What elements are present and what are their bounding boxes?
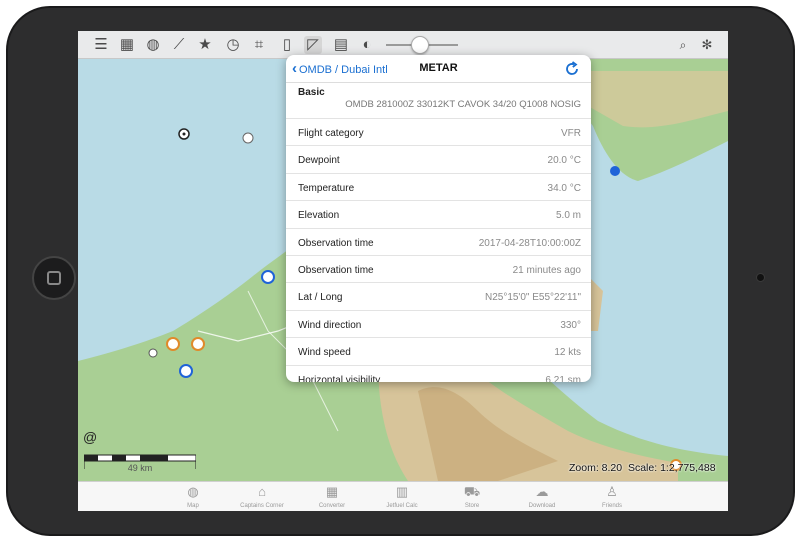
tab-bar: ◍ Map ⌂ Captains Corner ▦ Converter ▥ Jetfue… bbox=[78, 481, 728, 511]
opacity-slider-thumb[interactable] bbox=[411, 36, 429, 54]
refresh-icon[interactable] bbox=[563, 60, 581, 78]
metar-row: Elevation 5.0 m bbox=[286, 201, 591, 229]
metar-row-value: 330° bbox=[560, 319, 581, 331]
metar-row-value: 20.0 °C bbox=[547, 155, 581, 167]
search-icon[interactable]: ⌕ bbox=[674, 36, 692, 54]
scale-bar: 49 km bbox=[84, 454, 196, 473]
metar-row-value: 2017-04-28T10:00:00Z bbox=[478, 237, 581, 249]
basic-row: Basic OMDB 281000Z 33012KT CAVOK 34/20 Q… bbox=[286, 83, 591, 119]
metar-row-value: 6.21 sm bbox=[545, 374, 581, 382]
metar-row: Dewpoint 20.0 °C bbox=[286, 146, 591, 174]
cart-icon: ⛟ bbox=[463, 484, 481, 499]
graduation-cap-icon: ⌂ bbox=[258, 484, 266, 499]
metar-row-value: 12 kts bbox=[554, 347, 581, 359]
metar-row: Wind direction 330° bbox=[286, 311, 591, 339]
tab-converter[interactable]: ▦ Converter bbox=[292, 484, 372, 511]
metar-panel: ‹ OMDB / Dubai Intl METAR Basic OMDB 2810… bbox=[286, 55, 591, 382]
panel-header: ‹ OMDB / Dubai Intl METAR bbox=[286, 55, 591, 83]
star-icon[interactable]: ★ bbox=[196, 36, 214, 54]
metar-row: Observation time 21 minutes ago bbox=[286, 256, 591, 284]
metar-row: Lat / Long N25°15'0" E55°22'11" bbox=[286, 283, 591, 311]
sliders-icon[interactable]: ☰ bbox=[92, 36, 110, 54]
scale-label: 49 km bbox=[128, 463, 153, 473]
tab-store[interactable]: ⛟ Store bbox=[432, 484, 512, 511]
attribution-icon[interactable]: @ bbox=[83, 429, 97, 445]
metar-row-label: Dewpoint bbox=[298, 155, 340, 167]
metar-row-value: 34.0 °C bbox=[547, 182, 581, 194]
metar-row: Temperature 34.0 °C bbox=[286, 174, 591, 202]
metar-row-label: Elevation bbox=[298, 210, 340, 222]
metar-row-value: N25°15'0" E55°22'11" bbox=[484, 292, 581, 304]
calculator-icon: ▦ bbox=[325, 484, 339, 499]
tab-friends[interactable]: ♙ Friends bbox=[572, 484, 652, 511]
tablet-icon[interactable]: ▯ bbox=[278, 36, 296, 54]
metar-row-label: Horizontal visibility bbox=[298, 374, 381, 382]
tab-map[interactable]: ◍ Map bbox=[153, 484, 233, 511]
scale-text: Scale: 1:2,775,488 bbox=[627, 462, 716, 474]
metar-row: Wind speed 12 kts bbox=[286, 338, 591, 366]
compass-icon[interactable]: ◸ bbox=[304, 36, 322, 54]
tab-captains-corner[interactable]: ⌂ Captains Corner bbox=[222, 484, 302, 511]
metar-row-value: 21 minutes ago bbox=[512, 264, 581, 276]
zoom-scale-readout: Zoom: 8.20 Scale: 1:2,775,488 bbox=[569, 462, 716, 474]
panel-title: METAR bbox=[419, 62, 458, 74]
tab-download[interactable]: ☁ Download bbox=[502, 484, 582, 511]
metar-row-label: Wind direction bbox=[298, 319, 362, 331]
metar-row-label: Lat / Long bbox=[298, 292, 343, 304]
crop-icon[interactable]: ⌗ bbox=[250, 36, 268, 54]
person-icon: ♙ bbox=[606, 484, 618, 499]
metar-row-label: Wind speed bbox=[298, 347, 351, 359]
metar-row-value: 5.0 m bbox=[555, 210, 581, 222]
front-camera bbox=[756, 273, 765, 282]
metar-rows: Flight category VFR Dewpoint 20.0 °C Tempera… bbox=[286, 119, 591, 382]
map-icon[interactable]: ▦ bbox=[118, 36, 136, 54]
metar-row-label: Observation time bbox=[298, 237, 374, 249]
metar-row: Observation time 2017-04-28T10:00:00Z bbox=[286, 229, 591, 256]
metar-row: Horizontal visibility 6.21 sm bbox=[286, 366, 591, 382]
globe-icon[interactable]: ◍ bbox=[144, 36, 162, 54]
route-icon[interactable]: ⟋ bbox=[170, 36, 188, 54]
metar-row-label: Observation time bbox=[298, 264, 374, 276]
screen: ☰ ▦ ◍ ⟋ ★ ◷ ⌗ ▯ ◸ ▤ ◐ ⌕ ✻ ‹ OMDB / Dubai … bbox=[78, 31, 728, 511]
metar-row: Flight category VFR bbox=[286, 119, 591, 147]
bug-icon[interactable]: ✻ bbox=[698, 36, 716, 54]
bus-icon[interactable]: ▤ bbox=[332, 36, 350, 54]
metar-row-value: VFR bbox=[561, 128, 581, 139]
globe-icon: ◍ bbox=[187, 484, 199, 499]
home-button[interactable] bbox=[32, 256, 76, 300]
tab-jetfuel-calc[interactable]: ▥ Jetfuel Calc bbox=[362, 484, 442, 511]
zoom-text: Zoom: 8.20 bbox=[569, 462, 623, 474]
metar-row-label: Temperature bbox=[298, 182, 355, 194]
stopwatch-icon[interactable]: ◷ bbox=[224, 36, 242, 54]
basic-label: Basic bbox=[298, 87, 325, 98]
fuel-icon: ▥ bbox=[395, 484, 409, 499]
cloud-download-icon: ☁ bbox=[535, 484, 549, 499]
metar-raw: OMDB 281000Z 33012KT CAVOK 34/20 Q1008 N… bbox=[345, 99, 581, 110]
metar-row-label: Flight category bbox=[298, 128, 364, 139]
palette-icon[interactable]: ◐ bbox=[358, 36, 376, 54]
